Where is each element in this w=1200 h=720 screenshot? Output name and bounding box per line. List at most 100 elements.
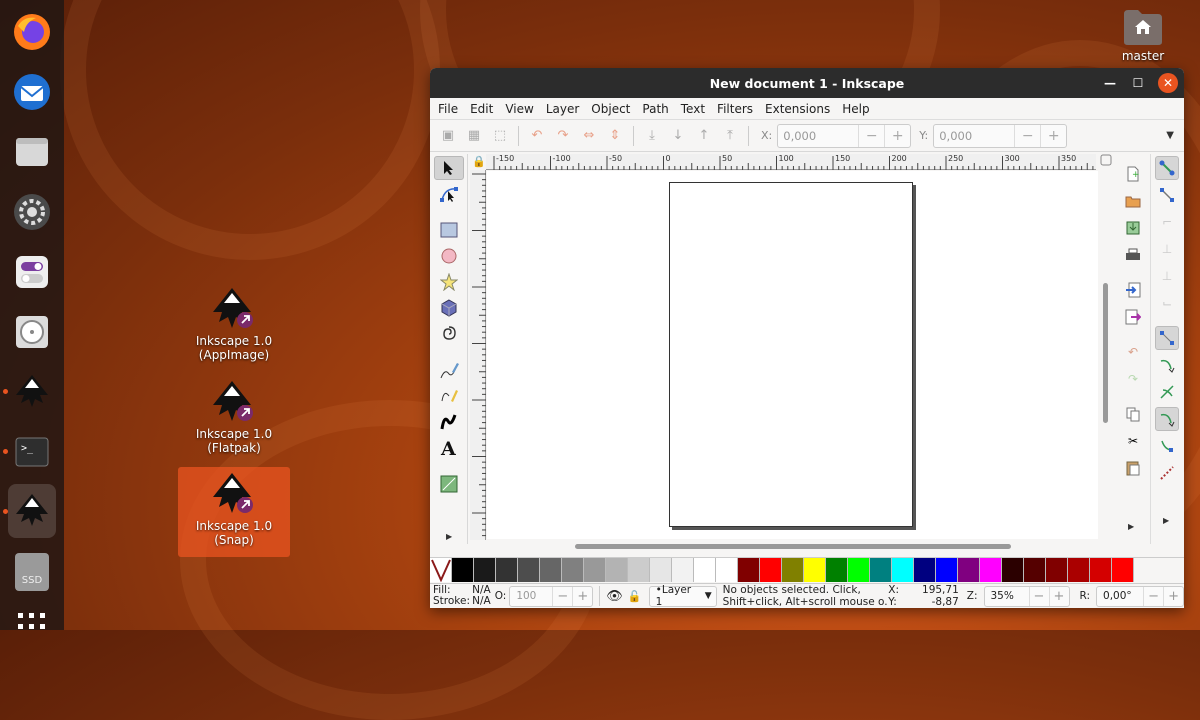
color-swatch[interactable] bbox=[892, 558, 914, 582]
zoom-corner-icon[interactable] bbox=[1100, 154, 1114, 170]
inkscape-icon[interactable] bbox=[8, 368, 56, 416]
menu-edit[interactable]: Edit bbox=[464, 102, 499, 116]
copy-icon[interactable] bbox=[1121, 402, 1145, 426]
select-all-layers-icon[interactable]: ▦ bbox=[462, 124, 486, 148]
lock-guides-icon[interactable]: 🔒 bbox=[472, 155, 486, 168]
color-swatch[interactable] bbox=[716, 558, 738, 582]
print-icon[interactable] bbox=[1121, 243, 1145, 267]
color-swatch[interactable] bbox=[650, 558, 672, 582]
inkscape-icon[interactable] bbox=[8, 484, 56, 538]
color-swatch[interactable] bbox=[540, 558, 562, 582]
snap-bbox-midpoint-icon[interactable]: ⊥ bbox=[1155, 264, 1179, 288]
star-tool-icon[interactable] bbox=[434, 270, 464, 294]
opacity-increment-button[interactable]: + bbox=[572, 586, 592, 606]
ssd-icon[interactable]: SSD bbox=[8, 548, 56, 596]
color-swatch[interactable] bbox=[1090, 558, 1112, 582]
files-icon[interactable] bbox=[8, 128, 56, 176]
color-swatch[interactable] bbox=[848, 558, 870, 582]
ellipse-tool-icon[interactable] bbox=[434, 244, 464, 268]
snap-bbox-icon[interactable] bbox=[1155, 183, 1179, 207]
color-swatch[interactable] bbox=[936, 558, 958, 582]
snap-bbox-corner-icon[interactable]: ⊥ bbox=[1155, 237, 1179, 261]
color-swatch[interactable] bbox=[1068, 558, 1090, 582]
zoom-spinbox[interactable]: 35% − + bbox=[983, 585, 1070, 607]
color-swatch[interactable] bbox=[826, 558, 848, 582]
home-folder[interactable]: master bbox=[1116, 8, 1170, 63]
firefox-icon[interactable] bbox=[8, 8, 56, 56]
color-swatch[interactable] bbox=[1112, 558, 1134, 582]
rotate-spinbox[interactable]: 0,00° − + bbox=[1096, 585, 1184, 607]
visibility-eye-icon[interactable]: 👁 bbox=[606, 589, 627, 604]
desktop-icon-inkscape-appimage[interactable]: Inkscape 1.0 (AppImage) bbox=[178, 284, 290, 366]
horizontal-scrollbar[interactable] bbox=[575, 544, 1011, 549]
tweaks-icon[interactable] bbox=[8, 248, 56, 296]
settings-icon[interactable] bbox=[8, 188, 56, 236]
flip-horizontal-icon[interactable]: ⇔ bbox=[577, 124, 601, 148]
snap-intersections-icon[interactable] bbox=[1155, 380, 1179, 404]
desktop-icon-inkscape-snap[interactable]: Inkscape 1.0 (Snap) bbox=[178, 467, 290, 557]
rotate-ccw-icon[interactable]: ↶ bbox=[525, 124, 549, 148]
y-increment-button[interactable]: + bbox=[1040, 124, 1066, 147]
horizontal-ruler[interactable]: -150 -100 -50 0 50 100 150 200 250 300 350 bbox=[486, 154, 1096, 170]
opacity-value[interactable]: 100 bbox=[510, 590, 552, 602]
disks-icon[interactable] bbox=[8, 308, 56, 356]
commands-expand-icon[interactable]: ▶ bbox=[1128, 522, 1134, 531]
color-swatch[interactable] bbox=[518, 558, 540, 582]
desktop-icon-inkscape-flatpak[interactable]: Inkscape 1.0 (Flatpak) bbox=[178, 377, 290, 459]
color-swatch[interactable] bbox=[452, 558, 474, 582]
snap-nodes-icon[interactable] bbox=[1155, 326, 1179, 350]
flip-vertical-icon[interactable]: ⇕ bbox=[603, 124, 627, 148]
color-swatch[interactable] bbox=[914, 558, 936, 582]
node-tool-icon[interactable] bbox=[434, 182, 464, 206]
snap-paths-icon[interactable] bbox=[1155, 353, 1179, 377]
snap-bbox-center-icon[interactable]: ⌙ bbox=[1155, 291, 1179, 315]
y-spinbox[interactable]: 0,000 − + bbox=[933, 123, 1068, 148]
x-increment-button[interactable]: + bbox=[884, 124, 910, 147]
opacity-spinbox[interactable]: 100 − + bbox=[509, 585, 594, 607]
close-button[interactable]: ✕ bbox=[1158, 73, 1178, 93]
rotate-increment-button[interactable]: + bbox=[1163, 586, 1183, 606]
no-paint-swatch[interactable] bbox=[430, 558, 452, 582]
color-swatch[interactable] bbox=[980, 558, 1002, 582]
menu-extensions[interactable]: Extensions bbox=[759, 102, 836, 116]
thunderbird-icon[interactable] bbox=[8, 68, 56, 116]
maximize-button[interactable]: ☐ bbox=[1128, 73, 1148, 93]
menu-file[interactable]: File bbox=[432, 102, 464, 116]
rotate-value[interactable]: 0,00° bbox=[1097, 590, 1143, 602]
paste-icon[interactable] bbox=[1121, 456, 1145, 480]
toolbox-expand-icon[interactable]: ▶ bbox=[446, 532, 452, 541]
color-swatch[interactable] bbox=[672, 558, 694, 582]
snap-toggle-icon[interactable] bbox=[1155, 156, 1179, 180]
gradient-tool-icon[interactable] bbox=[434, 472, 464, 496]
spiral-tool-icon[interactable] bbox=[434, 322, 464, 346]
fill-stroke-indicator[interactable]: Fill: N/A Stroke: N/A bbox=[433, 585, 493, 607]
new-document-icon[interactable]: + bbox=[1121, 162, 1145, 186]
open-document-icon[interactable] bbox=[1121, 189, 1145, 213]
save-document-icon[interactable] bbox=[1121, 216, 1145, 240]
apps-grid-icon[interactable] bbox=[8, 598, 56, 646]
raise-icon[interactable]: ↑ bbox=[692, 124, 716, 148]
snap-bbox-edge-icon[interactable]: ⌐ bbox=[1155, 210, 1179, 234]
undo-icon[interactable]: ↶ bbox=[1121, 340, 1145, 364]
terminal-icon[interactable]: >_ bbox=[8, 428, 56, 476]
snap-cusp-nodes-icon[interactable] bbox=[1155, 407, 1179, 431]
redo-icon[interactable]: ↷ bbox=[1121, 367, 1145, 391]
color-swatch[interactable] bbox=[606, 558, 628, 582]
menu-help[interactable]: Help bbox=[836, 102, 875, 116]
color-swatch[interactable] bbox=[1046, 558, 1068, 582]
menu-path[interactable]: Path bbox=[636, 102, 674, 116]
rotate-decrement-button[interactable]: − bbox=[1143, 586, 1163, 606]
color-swatch[interactable] bbox=[694, 558, 716, 582]
zoom-in-button[interactable]: + bbox=[1048, 586, 1069, 606]
y-value[interactable]: 0,000 bbox=[934, 125, 1014, 147]
deselect-icon[interactable]: ⬚ bbox=[488, 124, 512, 148]
layer-lock-icon[interactable]: 🔓 bbox=[627, 590, 648, 603]
opacity-decrement-button[interactable]: − bbox=[552, 586, 572, 606]
color-swatch[interactable] bbox=[474, 558, 496, 582]
menu-layer[interactable]: Layer bbox=[540, 102, 585, 116]
color-swatch[interactable] bbox=[870, 558, 892, 582]
color-swatch[interactable] bbox=[584, 558, 606, 582]
toolbar-overflow-icon[interactable]: ▼ bbox=[1166, 130, 1174, 141]
snap-expand-icon[interactable]: ▶ bbox=[1163, 516, 1169, 525]
title-bar[interactable]: New document 1 - Inkscape — ☐ ✕ bbox=[430, 68, 1184, 98]
